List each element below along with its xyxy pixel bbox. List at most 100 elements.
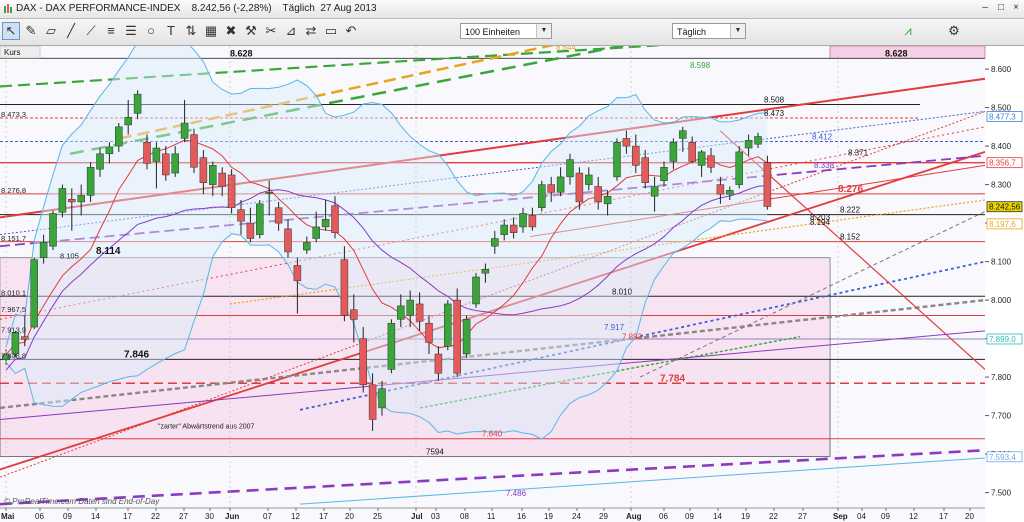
price-chart[interactable]: 8.5088.4738.4128.3718.3388.2768.2228.203… xyxy=(0,46,1024,522)
circle-icon[interactable]: ○ xyxy=(142,22,160,40)
level-label: 8.598 xyxy=(690,61,711,70)
candle xyxy=(509,224,518,233)
ruler-icon[interactable]: ▱ xyxy=(42,22,60,40)
y-tick-label: 8.000 xyxy=(991,296,1012,305)
x-tick-label: 22 xyxy=(769,512,778,521)
candle xyxy=(209,165,217,185)
candle xyxy=(124,116,132,126)
candle xyxy=(68,198,76,203)
candle xyxy=(491,238,499,247)
candle xyxy=(556,176,565,193)
channel-icon[interactable]: ≡ xyxy=(102,22,120,40)
candle xyxy=(594,186,602,203)
candle xyxy=(105,146,114,155)
scissors-icon[interactable]: ✂ xyxy=(262,22,280,40)
x-tick-label: 29 xyxy=(599,512,608,521)
candle xyxy=(58,188,67,213)
x-tick-label: 08 xyxy=(460,512,469,521)
axis-tag: 7.899,0 xyxy=(989,335,1016,344)
grid-icon[interactable]: ▦ xyxy=(202,22,220,40)
chevron-down-icon: ▼ xyxy=(536,24,551,38)
level-label: 7.486 xyxy=(506,489,527,498)
arrows-icon[interactable]: ⇅ xyxy=(182,22,200,40)
line-icon[interactable]: ╱ xyxy=(62,22,80,40)
x-tick-label: 20 xyxy=(345,512,354,521)
candle xyxy=(199,157,208,183)
trend-icon[interactable]: ⟋ xyxy=(82,22,100,40)
x-tick-label: Mai xyxy=(1,512,14,521)
candle xyxy=(575,172,584,203)
cursor-icon[interactable]: ↖ xyxy=(2,22,20,40)
candle xyxy=(256,203,264,235)
x-tick-label: 17 xyxy=(319,512,328,521)
x-tick-label: Sep xyxy=(833,512,848,521)
chevron-down-icon: ▼ xyxy=(730,24,745,38)
candle xyxy=(190,134,198,168)
pencil-icon[interactable]: ✎ xyxy=(22,22,40,40)
candle xyxy=(726,190,734,195)
candle xyxy=(415,303,424,322)
close-button[interactable]: × xyxy=(1011,3,1021,13)
level-label: 8.338 xyxy=(814,161,835,170)
x-tick-label: 30 xyxy=(205,512,214,521)
candle xyxy=(378,388,386,409)
maximize-button[interactable]: □ xyxy=(996,3,1006,13)
candle xyxy=(453,299,461,374)
candle xyxy=(425,322,433,343)
x-tick-label: 22 xyxy=(151,512,160,521)
screen-icon[interactable]: ▭ xyxy=(322,22,340,40)
candle xyxy=(707,155,715,168)
level-label: 8.114 xyxy=(96,246,121,257)
x-tick-label: Jun xyxy=(225,512,239,521)
minimize-button[interactable]: – xyxy=(980,3,990,13)
candle xyxy=(171,153,179,174)
y-tick-label: 8.100 xyxy=(991,258,1012,267)
y-tick-label: 7.800 xyxy=(991,373,1012,382)
candle xyxy=(340,259,349,316)
period-select[interactable]: Täglich ▼ xyxy=(672,23,746,39)
x-tick-label: 16 xyxy=(517,512,526,521)
x-tick-label: 14 xyxy=(713,512,722,521)
candle xyxy=(566,159,574,178)
chart-style-icon[interactable]: ⩘ xyxy=(893,22,923,40)
candle xyxy=(115,126,123,147)
alert-icon[interactable]: ✖ xyxy=(222,22,240,40)
level-label: 8.412 xyxy=(812,132,833,141)
candle xyxy=(679,130,687,139)
indicator-icon[interactable]: ⊿ xyxy=(282,22,300,40)
watermark: © ProRealTime.com Daten sind End-of-Day xyxy=(4,497,160,506)
x-tick-label: 04 xyxy=(857,512,866,521)
candle xyxy=(96,153,104,170)
candle xyxy=(237,209,245,222)
candle xyxy=(547,184,555,193)
axis-tag: 7.593,4 xyxy=(989,453,1016,462)
candle xyxy=(86,167,95,196)
level-label: 8.276 xyxy=(838,184,863,195)
candle xyxy=(538,184,546,208)
candle xyxy=(519,213,527,228)
candle xyxy=(152,147,161,162)
level-label: 7594 xyxy=(426,447,444,456)
level-label: 8.473 xyxy=(764,109,785,118)
x-tick-label: 03 xyxy=(431,512,440,521)
units-select[interactable]: 100 Einheiten ▼ xyxy=(460,23,552,39)
candle xyxy=(472,276,480,305)
candle xyxy=(603,195,612,205)
drawing-toolbar: ↖ ✎ ▱ ╱ ⟋ ≡ ☰ ○ T ⇅ ▦ ✖ ⚒ ✂ ⊿ ⇄ ▭ ↶ 100 … xyxy=(0,19,1024,46)
candle xyxy=(397,305,405,320)
compare-icon[interactable]: ⇄ xyxy=(302,22,320,40)
level-label: 7.640 xyxy=(482,430,503,439)
undo-icon[interactable]: ↶ xyxy=(342,22,360,40)
candle xyxy=(39,242,48,259)
candle xyxy=(462,319,471,355)
candle xyxy=(321,219,330,228)
text-icon[interactable]: T xyxy=(162,22,180,40)
hammer-icon[interactable]: ⚒ xyxy=(242,22,260,40)
x-tick-label: 12 xyxy=(291,512,300,521)
x-tick-label: 07 xyxy=(263,512,272,521)
top-band-label: 8.628 xyxy=(230,48,253,58)
level-label: 7.846 xyxy=(124,349,149,360)
x-tick-label: 06 xyxy=(35,512,44,521)
settings-icon[interactable]: ⚙ xyxy=(945,22,963,40)
fibonacci-icon[interactable]: ☰ xyxy=(122,22,140,40)
